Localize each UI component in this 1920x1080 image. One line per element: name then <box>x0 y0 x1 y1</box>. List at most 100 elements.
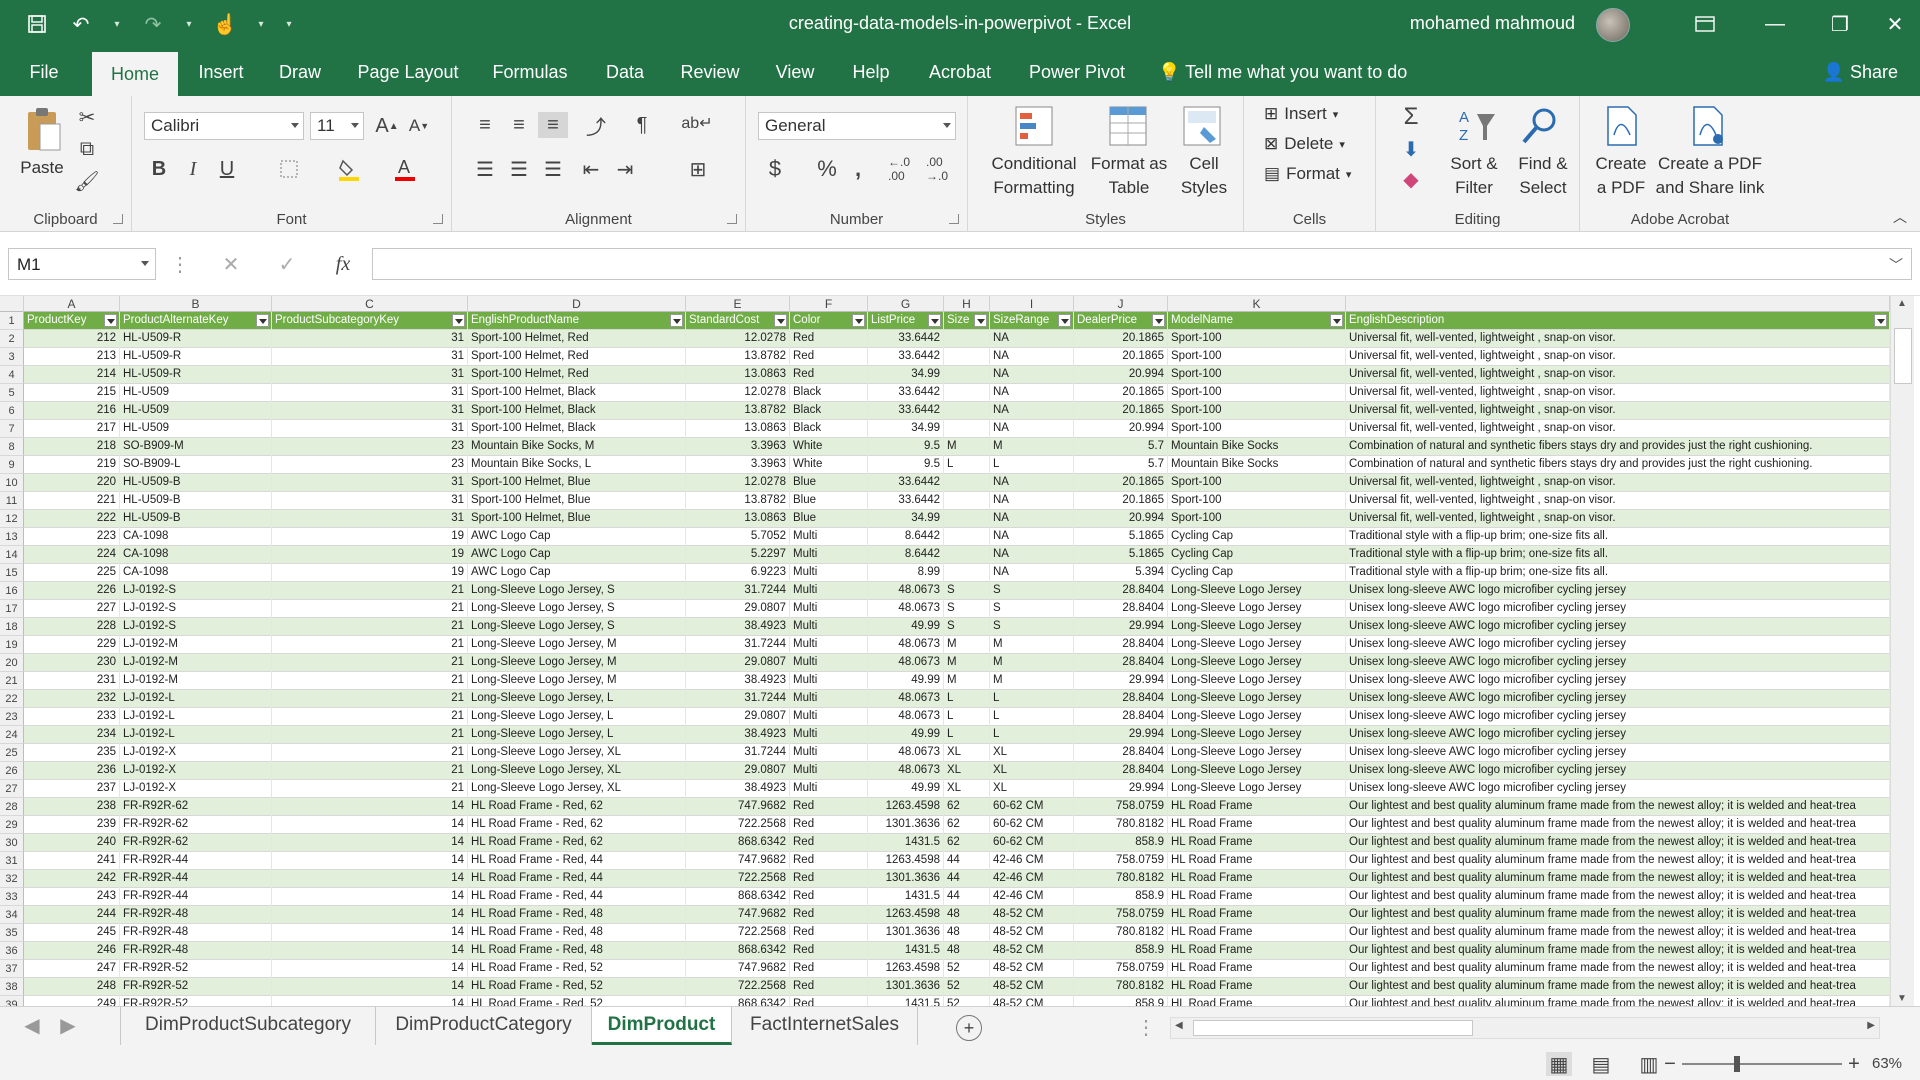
format-cells-button[interactable]: ▤ Format ▾ <box>1264 164 1351 184</box>
table-cell[interactable]: 8.6442 <box>868 528 944 546</box>
table-cell[interactable]: Red <box>790 924 868 942</box>
table-cell[interactable]: LJ-0192-L <box>120 690 272 708</box>
table-cell[interactable]: 38.4923 <box>686 780 790 798</box>
table-cell[interactable]: 28.8404 <box>1074 708 1168 726</box>
row-header[interactable]: 36 <box>0 942 24 960</box>
table-cell[interactable]: Traditional style with a flip-up brim; o… <box>1346 528 1890 546</box>
table-cell[interactable]: NA <box>990 528 1074 546</box>
table-cell[interactable]: Long-Sleeve Logo Jersey <box>1168 708 1346 726</box>
table-cell[interactable] <box>944 510 990 528</box>
row-header[interactable]: 2 <box>0 330 24 348</box>
worksheet-grid[interactable]: ABCDEFGHIJK 1 ProductKey ProductAlternateK… <box>0 296 1920 1006</box>
table-cell[interactable]: 33.6442 <box>868 384 944 402</box>
table-cell[interactable]: 228 <box>24 618 120 636</box>
table-cell[interactable]: 238 <box>24 798 120 816</box>
table-cell[interactable]: LJ-0192-X <box>120 762 272 780</box>
table-cell[interactable]: 31 <box>272 510 468 528</box>
table-cell[interactable]: 42-46 CM <box>990 852 1074 870</box>
table-cell[interactable]: Red <box>790 942 868 960</box>
table-cell[interactable]: Sport-100 <box>1168 348 1346 366</box>
sheet-tab-dimproductsubcategory[interactable]: DimProductSubcategory <box>120 1007 376 1045</box>
zoom-out-icon[interactable]: − <box>1660 1052 1680 1076</box>
column-header[interactable]: H <box>944 296 990 312</box>
table-cell[interactable]: M <box>990 636 1074 654</box>
table-cell[interactable]: 31 <box>272 366 468 384</box>
table-cell[interactable]: HL Road Frame - Red, 52 <box>468 960 686 978</box>
table-cell[interactable]: 21 <box>272 654 468 672</box>
table-cell[interactable]: 868.6342 <box>686 996 790 1006</box>
table-cell[interactable]: 28.8404 <box>1074 690 1168 708</box>
table-cell[interactable]: Multi <box>790 708 868 726</box>
table-cell[interactable]: 12.0278 <box>686 384 790 402</box>
table-cell[interactable]: 29.994 <box>1074 672 1168 690</box>
table-cell[interactable]: HL Road Frame <box>1168 834 1346 852</box>
table-cell[interactable]: 33.6442 <box>868 348 944 366</box>
table-cell[interactable]: Universal fit, well-vented, lightweight … <box>1346 474 1890 492</box>
column-header[interactable]: E <box>686 296 790 312</box>
table-cell[interactable]: Unisex long-sleeve AWC logo microfiber c… <box>1346 618 1890 636</box>
table-cell[interactable]: 780.8182 <box>1074 870 1168 888</box>
table-cell[interactable] <box>944 330 990 348</box>
row-header[interactable]: 17 <box>0 600 24 618</box>
table-cell[interactable]: S <box>944 618 990 636</box>
table-cell[interactable]: FR-R92R-52 <box>120 960 272 978</box>
format-as-table-button[interactable]: Format as Table <box>1084 152 1174 200</box>
table-cell[interactable]: 5.1865 <box>1074 528 1168 546</box>
row-header[interactable]: 7 <box>0 420 24 438</box>
table-cell[interactable]: LJ-0192-L <box>120 708 272 726</box>
table-cell[interactable]: M <box>990 438 1074 456</box>
table-cell[interactable]: HL Road Frame <box>1168 996 1346 1006</box>
table-cell[interactable]: Multi <box>790 528 868 546</box>
table-cell[interactable]: HL Road Frame <box>1168 924 1346 942</box>
table-cell[interactable]: Red <box>790 870 868 888</box>
vertical-scroll-thumb[interactable] <box>1894 328 1912 384</box>
table-cell[interactable]: 1301.3636 <box>868 924 944 942</box>
table-cell[interactable]: S <box>990 582 1074 600</box>
table-cell[interactable]: 226 <box>24 582 120 600</box>
decrease-decimal-icon[interactable]: .00 →.0 <box>920 154 954 184</box>
table-cell[interactable]: Unisex long-sleeve AWC logo microfiber c… <box>1346 582 1890 600</box>
table-cell[interactable]: SO-B909-M <box>120 438 272 456</box>
row-header[interactable]: 23 <box>0 708 24 726</box>
row-header[interactable]: 6 <box>0 402 24 420</box>
table-cell[interactable]: Our lightest and best quality aluminum f… <box>1346 906 1890 924</box>
column-header[interactable]: I <box>990 296 1074 312</box>
wrap-text-icon[interactable]: ab↵ <box>681 108 712 138</box>
table-cell[interactable]: AWC Logo Cap <box>468 546 686 564</box>
table-cell[interactable]: 244 <box>24 906 120 924</box>
table-cell[interactable]: 13.0863 <box>686 420 790 438</box>
table-cell[interactable]: Long-Sleeve Logo Jersey, M <box>468 636 686 654</box>
column-header[interactable]: K <box>1168 296 1346 312</box>
sheet-tab-dimproductcategory[interactable]: DimProductCategory <box>376 1007 592 1045</box>
table-cell[interactable]: 722.2568 <box>686 924 790 942</box>
table-cell[interactable]: 20.994 <box>1074 510 1168 528</box>
table-cell[interactable]: 758.0759 <box>1074 960 1168 978</box>
table-cell[interactable]: 33.6442 <box>868 492 944 510</box>
autosum-icon[interactable]: Σ <box>1396 102 1426 132</box>
table-cell[interactable]: Multi <box>790 546 868 564</box>
table-cell[interactable]: HL Road Frame - Red, 48 <box>468 942 686 960</box>
table-cell[interactable]: 780.8182 <box>1074 816 1168 834</box>
table-cell[interactable]: LJ-0192-S <box>120 582 272 600</box>
table-cell[interactable]: 223 <box>24 528 120 546</box>
create-pdf-button[interactable]: Create a PDF <box>1586 152 1656 200</box>
zoom-slider[interactable] <box>1682 1063 1842 1065</box>
merge-center-icon[interactable]: ⊞ <box>678 156 718 182</box>
table-cell[interactable]: 5.1865 <box>1074 546 1168 564</box>
tab-splitter-icon[interactable]: ⋮ <box>1136 1015 1156 1039</box>
table-cell[interactable]: HL Road Frame - Red, 62 <box>468 834 686 852</box>
number-launcher-icon[interactable] <box>949 214 959 224</box>
table-cell[interactable]: 14 <box>272 906 468 924</box>
tab-review[interactable]: Review <box>668 48 752 96</box>
table-cell[interactable]: 62 <box>944 798 990 816</box>
cut-icon[interactable]: ✂ <box>72 104 102 130</box>
table-cell[interactable]: 868.6342 <box>686 888 790 906</box>
table-cell[interactable] <box>944 564 990 582</box>
align-center-icon[interactable]: ☰ <box>504 156 534 182</box>
table-cell[interactable]: Sport-100 Helmet, Black <box>468 420 686 438</box>
percent-button[interactable]: % <box>812 154 842 184</box>
column-header[interactable]: F <box>790 296 868 312</box>
table-cell[interactable]: HL Road Frame - Red, 48 <box>468 924 686 942</box>
table-cell[interactable]: 31 <box>272 348 468 366</box>
ribbon-display-icon[interactable] <box>1670 0 1740 48</box>
